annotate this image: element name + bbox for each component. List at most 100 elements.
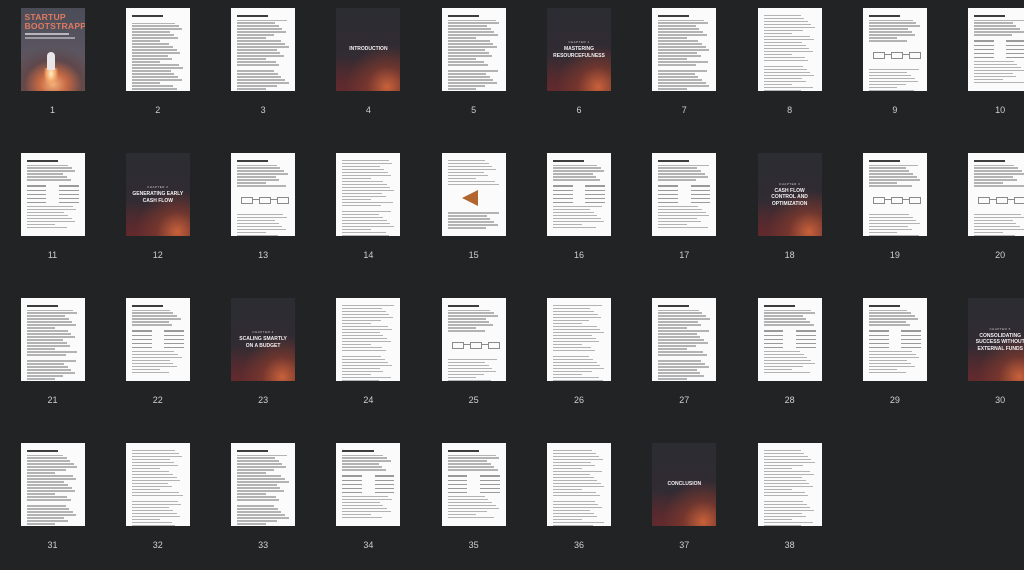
text-line: [974, 216, 1024, 219]
text-line: [658, 205, 699, 208]
chapter-page-preview[interactable]: INTRODUCTION: [336, 8, 401, 91]
page-thumbnail[interactable]: CHAPTER 1 MASTERING RESOURCEFULNESS 6: [527, 0, 632, 135]
text-page-preview[interactable]: [441, 153, 506, 236]
text-page-preview[interactable]: [336, 298, 401, 381]
table-cell: [26, 189, 47, 192]
text-line: [131, 82, 161, 84]
text-line: [553, 512, 594, 515]
page-thumbnail[interactable]: 19: [842, 145, 947, 280]
page-thumbnail[interactable]: 9: [842, 0, 947, 135]
text-page-preview[interactable]: [757, 298, 822, 381]
page-thumbnail[interactable]: 22: [105, 290, 210, 425]
chapter-page-preview[interactable]: CHAPTER 5 CONSOLIDATING SUCCESS WITHOUT E…: [968, 298, 1024, 381]
page-thumbnail[interactable]: 28: [737, 290, 842, 425]
page-thumbnail[interactable]: CHAPTER 4 SCALING SMARTLY ON A BUDGET 23: [211, 290, 316, 425]
text-page-preview[interactable]: [441, 443, 506, 526]
chapter-page-preview[interactable]: CHAPTER 4 SCALING SMARTLY ON A BUDGET: [231, 298, 296, 381]
page-thumbnail[interactable]: INTRODUCTION 4: [316, 0, 421, 135]
page-number-label: 13: [258, 250, 269, 260]
page-thumbnail[interactable]: 8: [737, 0, 842, 135]
page-thumbnail[interactable]: 10: [948, 0, 1024, 135]
chapter-label: CHAPTER 2: [147, 185, 169, 189]
chapter-page-preview[interactable]: CONCLUSION: [652, 443, 717, 526]
text-page-preview[interactable]: [862, 153, 927, 236]
text-page-preview[interactable]: [547, 443, 611, 526]
text-page-preview[interactable]: [231, 8, 296, 91]
text-page-preview[interactable]: [336, 443, 401, 526]
page-thumbnail[interactable]: 5: [421, 0, 526, 135]
text-page-preview[interactable]: [125, 443, 190, 526]
page-thumbnail[interactable]: 20: [948, 145, 1024, 280]
text-page-preview[interactable]: [336, 153, 401, 236]
page-thumbnail[interactable]: CHAPTER 5 CONSOLIDATING SUCCESS WITHOUT E…: [948, 290, 1024, 425]
text-page-preview[interactable]: [862, 298, 927, 381]
table-cell: [974, 52, 994, 55]
table-row: [447, 491, 500, 494]
text-page-preview[interactable]: [231, 153, 296, 236]
page-thumbnail[interactable]: 15: [421, 145, 526, 280]
chapter-page-preview[interactable]: CHAPTER 3 CASH FLOW CONTROL AND OPTIMIZAT…: [757, 153, 822, 236]
text-page-preview[interactable]: [547, 298, 611, 381]
page-thumbnail[interactable]: 21: [0, 290, 105, 425]
text-line: [342, 171, 388, 174]
page-number-label: 22: [152, 395, 163, 405]
page-thumbnail[interactable]: 27: [632, 290, 737, 425]
diagram-connector: [989, 199, 997, 200]
text-page-preview[interactable]: [231, 443, 296, 526]
text-page-preview[interactable]: [652, 298, 717, 381]
text-page-preview[interactable]: [20, 298, 85, 381]
text-page-preview[interactable]: [441, 8, 506, 91]
table-row: [447, 483, 500, 486]
page-thumbnail[interactable]: CHAPTER 2 GENERATING EARLY CASH FLOW 12: [105, 145, 210, 280]
text-page-preview[interactable]: [125, 298, 190, 381]
page-thumbnail[interactable]: 24: [316, 290, 421, 425]
page-thumbnail[interactable]: 2: [105, 0, 210, 135]
page-thumbnail[interactable]: 29: [842, 290, 947, 425]
text-page-preview[interactable]: [20, 443, 85, 526]
page-thumbnail[interactable]: 26: [527, 290, 632, 425]
chapter-title: GENERATING EARLY CASH FLOW: [132, 191, 184, 204]
text-line: [237, 472, 266, 474]
text-page-preview[interactable]: [20, 153, 85, 236]
chapter-page-preview[interactable]: CHAPTER 1 MASTERING RESOURCEFULNESS: [547, 8, 611, 91]
text-line: [237, 182, 266, 184]
page-thumbnail[interactable]: 3: [211, 0, 316, 135]
page-heading: [26, 160, 58, 162]
table-cell: [479, 475, 500, 477]
text-line: [763, 74, 815, 77]
table-row: [974, 40, 1024, 42]
page-thumbnail[interactable]: 17: [632, 145, 737, 280]
text-page-preview[interactable]: [125, 8, 190, 91]
page-thumbnail[interactable]: 25: [421, 290, 526, 425]
text-line: [447, 52, 489, 54]
page-thumbnail[interactable]: 14: [316, 145, 421, 280]
text-page-preview[interactable]: [757, 8, 822, 91]
page-heading: [342, 450, 374, 452]
text-page-preview[interactable]: [652, 153, 717, 236]
text-page-preview[interactable]: [757, 443, 822, 526]
table-cell: [690, 193, 711, 196]
text-page-preview[interactable]: [968, 153, 1024, 236]
page-thumbnail[interactable]: 11: [0, 145, 105, 280]
chapter-page-preview[interactable]: CHAPTER 2 GENERATING EARLY CASH FLOW: [125, 153, 190, 236]
page-thumbnail[interactable]: STARTUPBOOTSTRAPPING 1: [0, 0, 105, 135]
page-thumbnail[interactable]: 16: [527, 145, 632, 280]
text-page-preview[interactable]: [547, 153, 611, 236]
text-line: [342, 454, 384, 456]
text-line: [868, 86, 898, 89]
text-page-preview[interactable]: [862, 8, 927, 91]
text-line: [131, 371, 169, 374]
text-line: [763, 482, 810, 485]
text-line: [658, 360, 702, 362]
page-thumbnail[interactable]: 7: [632, 0, 737, 135]
text-page-preview[interactable]: [968, 8, 1024, 91]
text-line: [237, 508, 278, 510]
text-line: [131, 312, 174, 314]
cover-page-preview[interactable]: STARTUPBOOTSTRAPPING: [21, 8, 85, 91]
table-row: [131, 342, 184, 345]
text-line: [974, 78, 1003, 81]
text-page-preview[interactable]: [441, 298, 506, 381]
page-thumbnail[interactable]: CHAPTER 3 CASH FLOW CONTROL AND OPTIMIZAT…: [737, 145, 842, 280]
page-thumbnail[interactable]: 13: [211, 145, 316, 280]
text-page-preview[interactable]: [652, 8, 717, 91]
